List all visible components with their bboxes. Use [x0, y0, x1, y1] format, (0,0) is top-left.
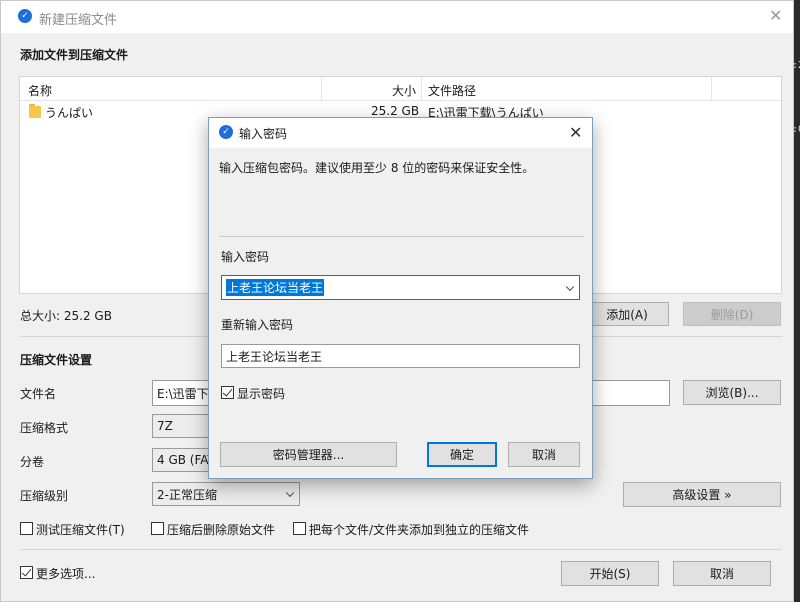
show-password-checkbox[interactable]	[221, 386, 234, 399]
dialog-title: 输入密码	[239, 127, 288, 141]
chevron-down-icon[interactable]	[565, 282, 575, 291]
divider	[20, 549, 782, 550]
file-size: 25.2 GB	[371, 104, 420, 118]
password-input[interactable]: 上老王论坛当老王	[221, 275, 580, 300]
more-options-checkbox[interactable]	[20, 566, 33, 579]
column-divider[interactable]	[711, 77, 712, 101]
password-manager-button[interactable]: 密码管理器...	[220, 442, 397, 467]
divider	[219, 236, 584, 237]
test-archive-checkbox[interactable]	[20, 522, 33, 535]
separate-archives-label: 把每个文件/文件夹添加到独立的压缩文件	[309, 523, 530, 537]
level-select[interactable]: 2-正常压缩	[152, 482, 300, 506]
delete-original-label: 压缩后删除原始文件	[167, 523, 276, 537]
ok-button[interactable]: 确定	[427, 442, 497, 467]
start-button[interactable]: 开始(S)	[561, 561, 659, 586]
more-options-label: 更多选项...	[36, 567, 96, 581]
password-dialog: ✓ 输入密码 ✕ 输入压缩包密码。建议使用至少 8 位的密码来保证安全性。 输入…	[208, 117, 593, 479]
dialog-titlebar: ✓ 输入密码 ✕	[209, 118, 592, 148]
dialog-cancel-button[interactable]: 取消	[508, 442, 580, 467]
level-label: 压缩级别	[20, 489, 69, 503]
show-password-label: 显示密码	[237, 387, 286, 401]
column-path[interactable]: 文件路径	[428, 82, 476, 99]
window-title: 新建压缩文件	[39, 13, 118, 28]
chevron-down-icon	[285, 488, 295, 498]
confirm-password-label: 重新输入密码	[221, 318, 294, 332]
delete-original-checkbox[interactable]	[151, 522, 164, 535]
dialog-description: 输入压缩包密码。建议使用至少 8 位的密码来保证安全性。	[219, 161, 535, 175]
window-titlebar: ✓ 新建压缩文件 ✕	[1, 1, 793, 33]
settings-heading: 压缩文件设置	[20, 353, 93, 367]
split-value: 4 GB (FAT	[157, 453, 215, 467]
column-name[interactable]: 名称	[28, 82, 52, 99]
close-icon[interactable]: ✕	[569, 123, 582, 142]
close-icon[interactable]: ✕	[769, 6, 782, 25]
browse-button[interactable]: 浏览(B)...	[683, 380, 781, 405]
column-size[interactable]: 大小	[392, 82, 416, 99]
app-logo-icon: ✓	[18, 9, 32, 23]
dialog-body: 输入压缩包密码。建议使用至少 8 位的密码来保证安全性。 输入密码 上老王论坛当…	[209, 148, 592, 480]
test-archive-label: 测试压缩文件(T)	[36, 523, 125, 537]
level-value: 2-正常压缩	[157, 487, 217, 502]
column-divider[interactable]	[321, 77, 322, 101]
advanced-settings-button[interactable]: 高级设置 »	[623, 482, 781, 507]
add-button[interactable]: 添加(A)	[585, 302, 669, 326]
format-value: 7Z	[157, 419, 173, 433]
filename-label: 文件名	[20, 387, 57, 401]
separate-archives-checkbox[interactable]	[293, 522, 306, 535]
format-label: 压缩格式	[20, 421, 69, 435]
add-files-heading: 添加文件到压缩文件	[20, 48, 129, 62]
column-divider[interactable]	[421, 77, 422, 101]
confirm-password-input[interactable]: 上老王论坛当老王	[221, 344, 580, 368]
folder-icon	[29, 104, 41, 118]
split-label: 分卷	[20, 455, 45, 469]
password-label: 输入密码	[221, 250, 270, 264]
password-value: 上老王论坛当老王	[226, 279, 325, 296]
app-logo-icon: ✓	[219, 125, 233, 139]
file-name: うんぱい	[45, 106, 94, 120]
delete-button[interactable]: 删除(D)	[683, 302, 781, 326]
list-header: 名称 大小 文件路径	[20, 77, 781, 101]
cancel-button[interactable]: 取消	[673, 561, 771, 586]
total-size: 总大小: 25.2 GB	[20, 309, 112, 323]
